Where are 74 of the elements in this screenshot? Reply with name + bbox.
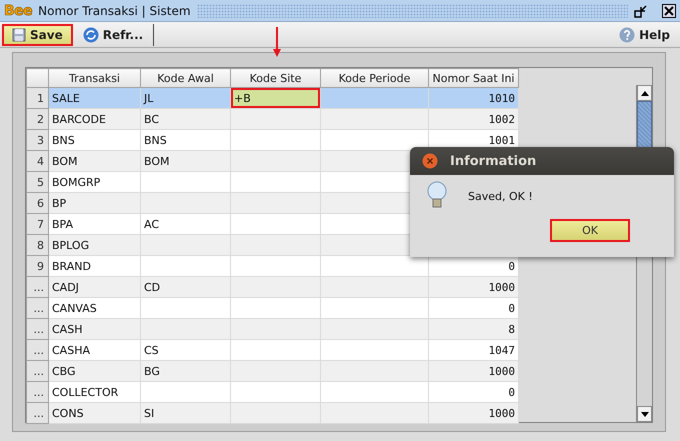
table-cell: CONS	[48, 402, 140, 424]
table-cell: BOM	[48, 150, 140, 172]
up-arrow-icon	[640, 90, 648, 96]
table-cell: CASH	[48, 318, 140, 340]
row-number[interactable]: ...	[26, 360, 48, 382]
table-cell: CANVAS	[48, 298, 140, 318]
column-header[interactable]: Kode Site	[230, 68, 320, 88]
table-cell: BP	[48, 192, 140, 214]
row-number[interactable]: 8	[26, 234, 48, 256]
row-number[interactable]: ...	[26, 382, 48, 402]
table-cell: BC	[140, 108, 230, 130]
column-header[interactable]: Kode Periode	[320, 68, 428, 88]
app-logo: Bee	[4, 2, 32, 18]
table-cell: SALE	[48, 88, 140, 108]
table-cell: BPLOG	[48, 234, 140, 256]
column-header[interactable]: Nomor Saat Ini	[428, 68, 518, 88]
table-cell: JL	[140, 88, 230, 108]
table-cell: BNS	[48, 130, 140, 150]
refresh-button[interactable]: Refr...	[74, 24, 152, 46]
table-cell: 1047	[428, 340, 518, 360]
corner-header	[26, 68, 48, 88]
row-number[interactable]: ...	[26, 340, 48, 360]
editing-cell[interactable]: +B	[230, 88, 320, 108]
row-number[interactable]: 6	[26, 192, 48, 214]
table-cell: BOM	[140, 150, 230, 172]
table-cell: 1010	[428, 88, 518, 108]
table-cell: 0	[428, 382, 518, 402]
row-number[interactable]: 3	[26, 130, 48, 150]
table-cell: 8	[428, 318, 518, 340]
scroll-up-button[interactable]	[637, 85, 652, 101]
ok-button[interactable]: OK	[550, 219, 630, 242]
help-icon	[619, 26, 636, 42]
row-number[interactable]: 4	[26, 150, 48, 172]
table-cell: BG	[140, 360, 230, 382]
table-cell: 1002	[428, 108, 518, 130]
table-cell: BNS	[140, 130, 230, 150]
table-cell: 1000	[428, 276, 518, 298]
row-number[interactable]: ...	[26, 318, 48, 340]
table-cell: CBG	[48, 360, 140, 382]
row-number[interactable]: ...	[26, 276, 48, 298]
scroll-down-button[interactable]	[637, 406, 652, 422]
row-number[interactable]: 5	[26, 172, 48, 192]
restore-icon[interactable]	[634, 4, 648, 18]
window-title: Nomor Transaksi | Sistem	[38, 4, 191, 18]
row-number[interactable]: ...	[26, 402, 48, 424]
table-cell: 1000	[428, 402, 518, 424]
table-cell: SI	[140, 402, 230, 424]
down-arrow-icon	[640, 412, 648, 416]
row-number[interactable]: 2	[26, 108, 48, 130]
table-cell: BPA	[48, 214, 140, 234]
table-cell: BARCODE	[48, 108, 140, 130]
row-number[interactable]: 7	[26, 214, 48, 234]
close-icon[interactable]	[662, 4, 676, 18]
table-cell: BRAND	[48, 256, 140, 276]
table-cell: 1000	[428, 360, 518, 382]
row-number[interactable]: 9	[26, 256, 48, 276]
dialog-message: Saved, OK !	[468, 190, 533, 202]
dialog-title: Information	[450, 154, 536, 168]
row-number[interactable]: ...	[26, 298, 48, 318]
table-cell: 0	[428, 298, 518, 318]
table-cell: CASHA	[48, 340, 140, 360]
column-header[interactable]: Kode Awal	[140, 68, 230, 88]
column-header[interactable]: Transaksi	[48, 68, 140, 88]
save-button[interactable]: Save	[2, 24, 73, 46]
annotation-arrow	[273, 27, 281, 57]
table-cell: CD	[140, 276, 230, 298]
table-cell: CADJ	[48, 276, 140, 298]
table-cell: AC	[140, 214, 230, 234]
refresh-icon	[82, 26, 99, 42]
table-cell: BOMGRP	[48, 172, 140, 192]
table-cell: CS	[140, 340, 230, 360]
table-cell: COLLECTOR	[48, 382, 140, 402]
help-button[interactable]: Help	[611, 24, 678, 46]
row-number[interactable]: 1	[26, 88, 48, 108]
